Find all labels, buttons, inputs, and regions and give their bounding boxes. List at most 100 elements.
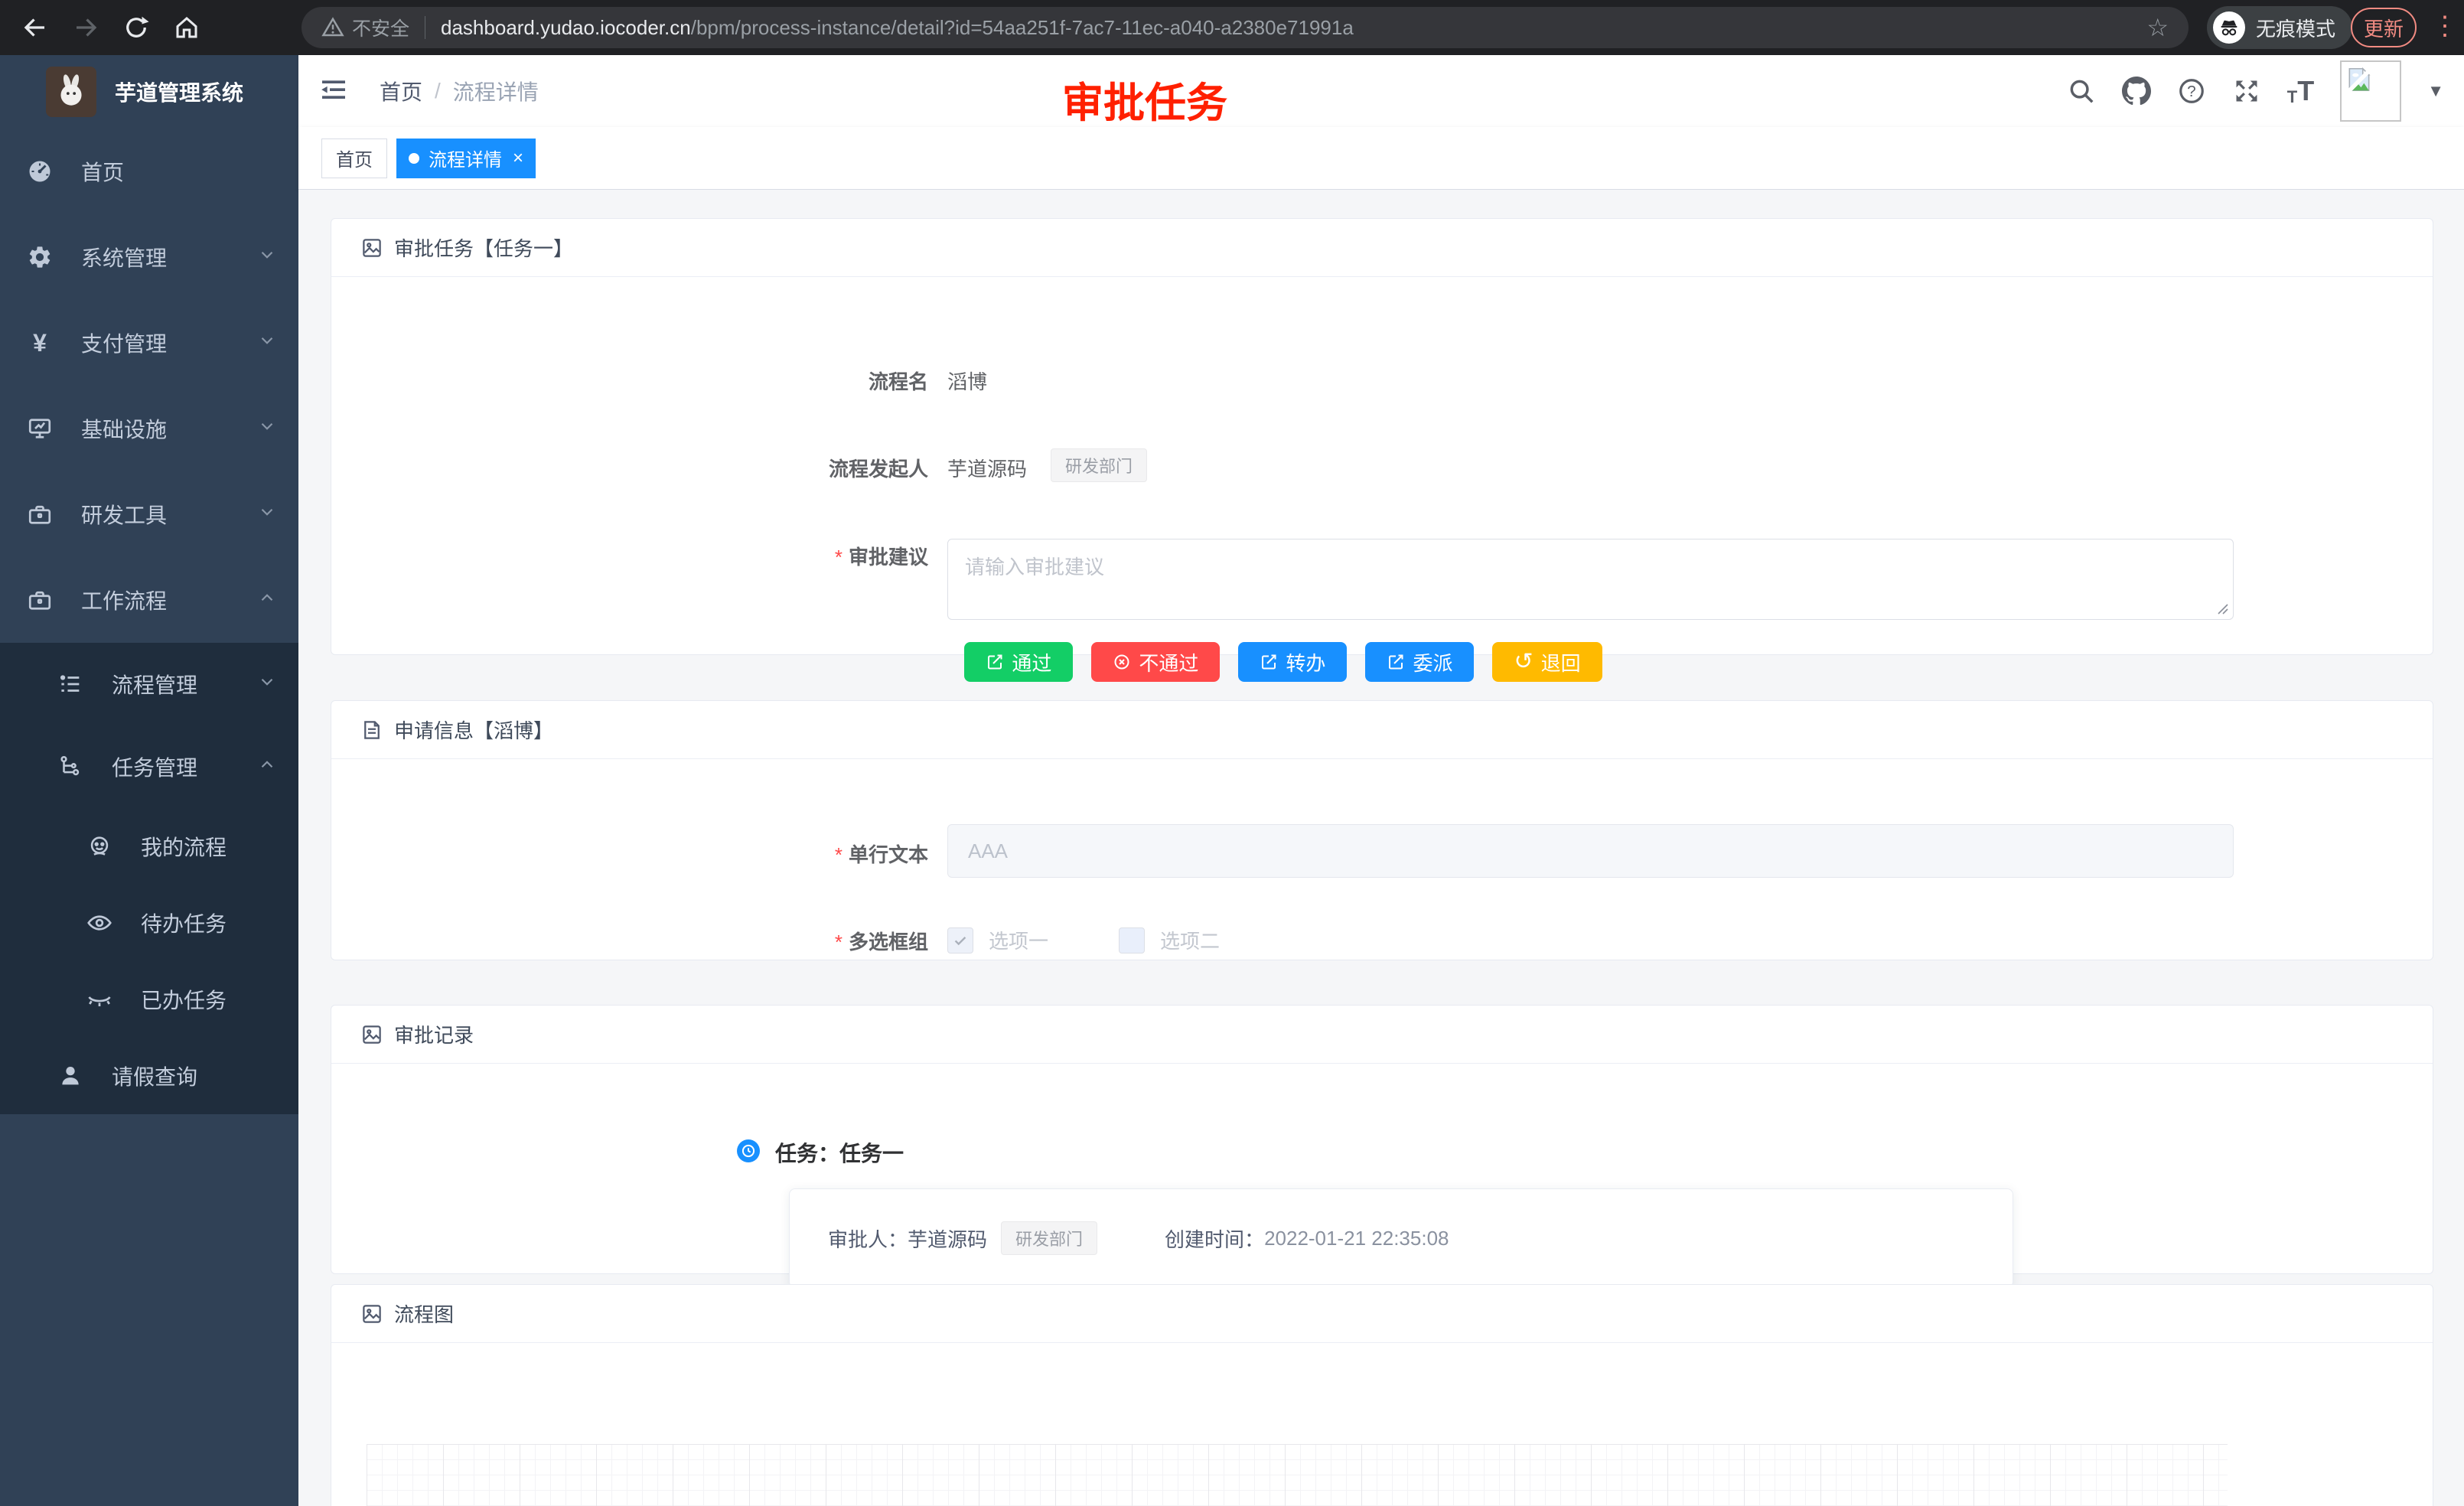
checkbox-option1[interactable]: 选项一	[947, 926, 1048, 954]
url-path: /bpm/process-instance/detail?id=54aa251f…	[691, 16, 1354, 40]
app-logo-row[interactable]: 芋道管理系统	[0, 55, 298, 129]
warning-icon	[321, 16, 344, 39]
app-title: 芋道管理系统	[115, 77, 243, 107]
sidebar-item-leave-query[interactable]: 请假查询	[0, 1038, 298, 1114]
diagram-card-header: 流程图	[331, 1285, 2433, 1343]
app-logo	[46, 67, 96, 117]
checkbox-checked-icon	[947, 927, 973, 953]
help-icon[interactable]: ?	[2177, 77, 2206, 106]
address-bar[interactable]: 不安全 dashboard.yudao.iocoder.cn/bpm/proce…	[301, 7, 2189, 48]
url-host: dashboard.yudao.iocoder.cn	[441, 16, 691, 40]
sidebar-item-system[interactable]: 系统管理	[0, 214, 298, 300]
apply-card-header: 申请信息【滔博】	[331, 701, 2433, 759]
undo-icon: ↺	[1514, 652, 1533, 672]
sidebar-item-workflow[interactable]: 工作流程	[0, 557, 298, 643]
approval-card-header: 审批任务【任务一】	[331, 219, 2433, 277]
chevron-up-icon	[257, 755, 277, 780]
edit-icon	[1387, 653, 1405, 671]
browser-chrome: 不安全 dashboard.yudao.iocoder.cn/bpm/proce…	[0, 0, 2464, 55]
forward-icon[interactable]	[70, 12, 101, 43]
dept-tag: 研发部门	[1051, 448, 1147, 482]
sidebar-toggle-icon[interactable]	[318, 74, 349, 109]
close-icon[interactable]: ×	[513, 148, 523, 169]
incognito-icon	[2213, 11, 2245, 44]
search-icon[interactable]	[2067, 77, 2096, 106]
edit-icon	[1260, 653, 1278, 671]
avatar[interactable]	[2340, 60, 2401, 122]
sidebar-item-todo-tasks[interactable]: 待办任务	[0, 885, 298, 961]
active-dot-icon	[409, 153, 419, 164]
sidebar-item-my-process[interactable]: 我的流程	[0, 808, 298, 885]
circle-close-icon	[1113, 653, 1131, 671]
suggestion-label: *审批建议	[607, 542, 928, 570]
checkbox-group-label: *多选框组	[607, 927, 928, 955]
approval-task-card: 审批任务【任务一】 流程名 滔博 流程发起人 芋道源码 研发部门 *审批建议 通…	[331, 218, 2433, 655]
single-line-input[interactable]	[947, 824, 2234, 878]
list-icon	[55, 671, 86, 697]
toolbox-icon	[24, 586, 55, 614]
dept-tag: 研发部门	[1001, 1221, 1097, 1255]
approve-button[interactable]: 通过	[964, 642, 1073, 682]
checkbox-unchecked-icon	[1119, 927, 1145, 953]
eye-icon	[84, 909, 115, 937]
user-icon	[55, 1063, 86, 1089]
transfer-button[interactable]: 转办	[1238, 642, 1347, 682]
records-card-header: 审批记录	[331, 1006, 2433, 1064]
security-label: 不安全	[352, 14, 409, 41]
yuan-icon: ¥	[24, 329, 55, 357]
sidebar-item-infra[interactable]: 基础设施	[0, 386, 298, 471]
tags-view: 首页 流程详情 ×	[298, 127, 2464, 190]
sidebar-item-payment[interactable]: ¥ 支付管理	[0, 300, 298, 386]
picture-icon	[360, 1302, 383, 1325]
back-icon[interactable]	[20, 12, 51, 43]
eye-closed-icon	[84, 986, 115, 1013]
broken-image-icon	[2345, 65, 2374, 94]
sidebar-item-done-tasks[interactable]: 已办任务	[0, 961, 298, 1038]
sidebar-item-devtools[interactable]: 研发工具	[0, 471, 298, 557]
card-title: 流程图	[394, 1299, 454, 1328]
avatar-caret-icon[interactable]: ▼	[2427, 81, 2444, 101]
tag-home[interactable]: 首页	[321, 139, 387, 178]
tag-process-detail[interactable]: 流程详情 ×	[396, 139, 536, 178]
chevron-down-icon	[257, 672, 277, 697]
delegate-button[interactable]: 委派	[1365, 642, 1474, 682]
card-title: 审批记录	[394, 1020, 474, 1048]
timeline-clock-icon	[737, 1139, 760, 1162]
reload-icon[interactable]	[121, 12, 152, 43]
process-diagram-card: 流程图	[331, 1284, 2433, 1506]
home-icon[interactable]	[171, 12, 202, 43]
sidebar-item-home[interactable]: 首页	[0, 129, 298, 214]
chevron-down-icon	[257, 245, 277, 270]
apply-info-card: 申请信息【滔博】 *单行文本 *多选框组 选项一 选项二	[331, 700, 2433, 960]
main-content: 审批任务【任务一】 流程名 滔博 流程发起人 芋道源码 研发部门 *审批建议 通…	[298, 190, 2464, 1506]
browser-update-button[interactable]: 更新	[2351, 8, 2417, 47]
fullscreen-icon[interactable]	[2232, 77, 2261, 106]
github-icon[interactable]	[2122, 77, 2151, 106]
checkbox-option2[interactable]: 选项二	[1119, 926, 1220, 954]
toolbox-icon	[24, 500, 55, 528]
sidebar: 芋道管理系统 首页 系统管理 ¥ 支付管理 基础设施 研发工具 工作流程 流程管…	[0, 55, 298, 1506]
approval-actions: 通过 不通过 转办 委派 ↺ 退回	[331, 642, 2235, 682]
browser-menu-icon[interactable]: ⋮	[2432, 11, 2458, 41]
suggestion-textarea[interactable]	[947, 539, 2234, 620]
breadcrumb-home[interactable]: 首页	[380, 76, 422, 106]
approver-value: 芋道源码	[908, 1224, 987, 1253]
card-title: 审批任务【任务一】	[394, 233, 573, 262]
sidebar-item-task-mgmt[interactable]: 任务管理	[0, 725, 298, 808]
return-button[interactable]: ↺ 退回	[1492, 642, 1602, 682]
reject-button[interactable]: 不通过	[1091, 642, 1220, 682]
required-mark: *	[835, 546, 843, 569]
bpmn-canvas[interactable]	[367, 1444, 2228, 1506]
breadcrumb-current: 流程详情	[453, 76, 539, 106]
sidebar-item-process-mgmt[interactable]: 流程管理	[0, 643, 298, 725]
font-size-icon[interactable]: TT	[2287, 75, 2314, 107]
breadcrumb-separator: /	[435, 79, 441, 103]
record-item: 审批人： 芋道源码 研发部门 创建时间： 2022-01-21 22:35:08	[789, 1188, 2013, 1288]
chevron-up-icon	[257, 588, 277, 613]
bookmark-star-icon[interactable]: ☆	[2146, 13, 2169, 42]
svg-text:?: ?	[2187, 83, 2195, 100]
monitor-icon	[24, 415, 55, 442]
picture-icon	[360, 236, 383, 259]
card-title: 申请信息【滔博】	[394, 716, 553, 744]
process-name-label: 流程名	[607, 367, 928, 395]
